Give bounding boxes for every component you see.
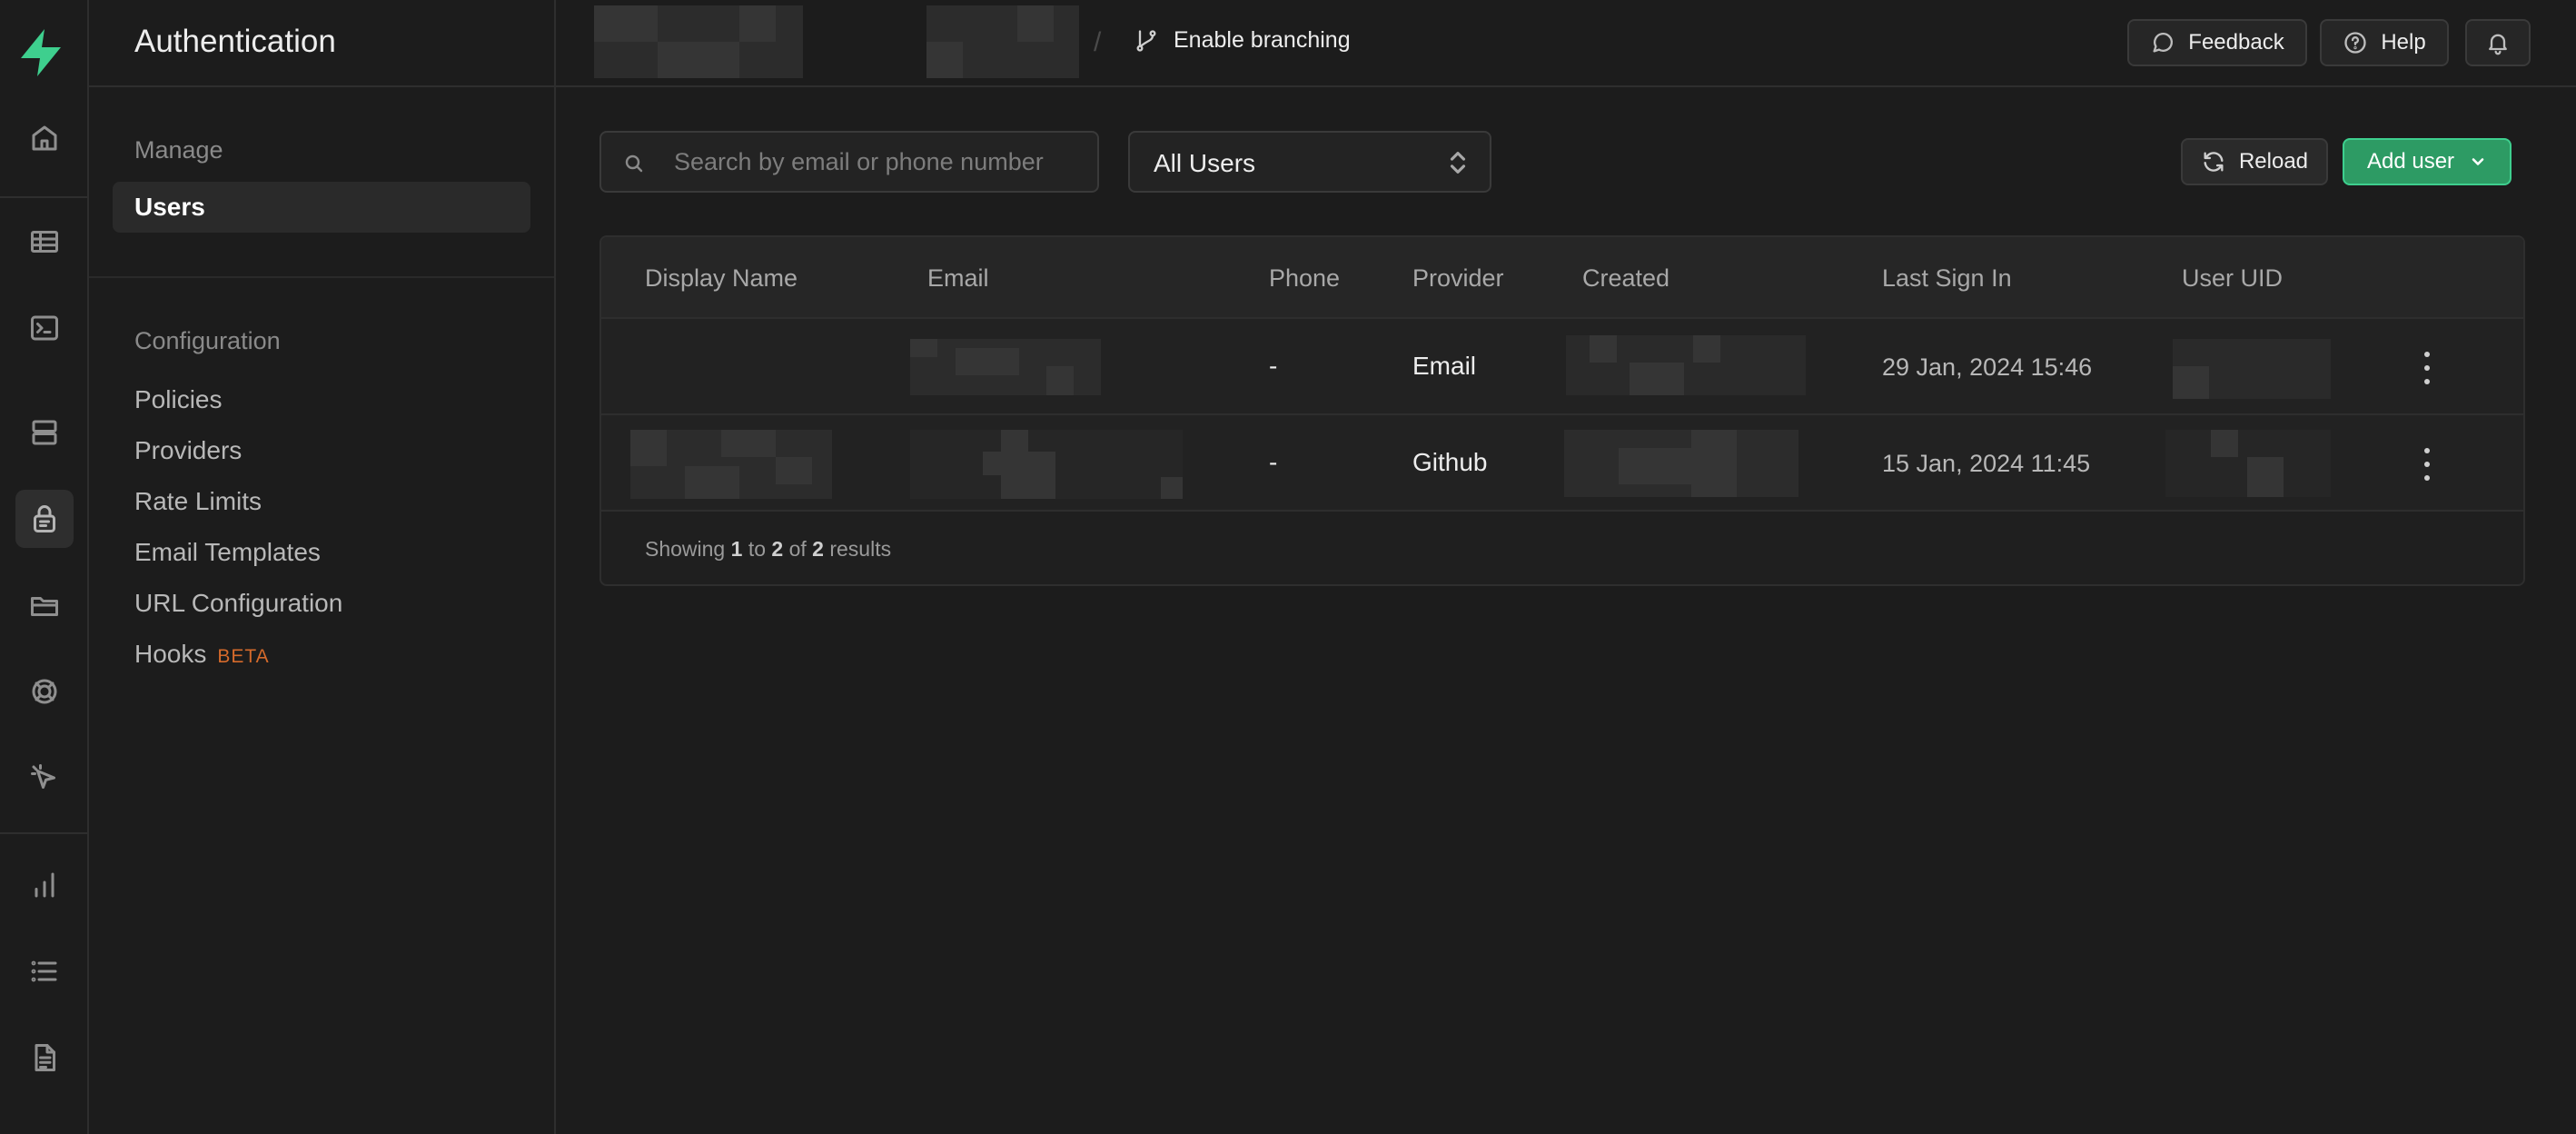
home-icon[interactable] bbox=[15, 109, 74, 167]
feedback-button[interactable]: Feedback bbox=[2127, 19, 2307, 66]
sidebar-item-email-templates[interactable]: Email Templates bbox=[134, 538, 321, 567]
last-sign-in-cell: 29 Jan, 2024 15:46 bbox=[1882, 353, 2093, 381]
sidebar-item-providers[interactable]: Providers bbox=[134, 436, 242, 465]
sidebar-item-hooks[interactable]: Hooks BETA bbox=[134, 640, 270, 669]
provider-cell: Github bbox=[1412, 448, 1488, 476]
branching-label: Enable branching bbox=[1174, 27, 1351, 53]
redacted-user-uid bbox=[2165, 430, 2331, 497]
rail-divider bbox=[0, 832, 89, 834]
last-sign-in-cell: 15 Jan, 2024 11:45 bbox=[1882, 450, 2091, 477]
chevron-down-icon bbox=[2472, 158, 2484, 165]
bell-icon bbox=[2489, 34, 2507, 55]
logs-icon[interactable] bbox=[15, 942, 74, 1000]
storage-icon[interactable] bbox=[15, 576, 74, 634]
add-user-button[interactable]: Add user bbox=[2343, 138, 2512, 185]
sidebar-divider bbox=[89, 276, 554, 278]
icon-rail bbox=[0, 0, 89, 1134]
database-icon[interactable] bbox=[15, 403, 74, 462]
user-filter-select[interactable]: All Users bbox=[1128, 131, 1491, 193]
table-header: Display Name Email Phone Provider Create… bbox=[601, 237, 2523, 319]
sidebar-item-users[interactable]: Users bbox=[113, 182, 530, 233]
rail-divider bbox=[0, 196, 89, 198]
sidebar-section-configuration: Configuration bbox=[134, 327, 281, 354]
search-icon bbox=[625, 154, 643, 173]
redacted-org-name[interactable] bbox=[594, 5, 803, 78]
breadcrumb-separator: / bbox=[1094, 27, 1102, 57]
help-button[interactable]: Help bbox=[2320, 19, 2449, 66]
auth-sidebar: Authentication Manage Users Configuratio… bbox=[89, 0, 556, 1134]
search-field[interactable] bbox=[599, 131, 1099, 193]
authentication-icon[interactable] bbox=[15, 490, 74, 548]
enable-branching-button[interactable]: Enable branching bbox=[1134, 27, 1351, 54]
redacted-email bbox=[910, 430, 1183, 499]
redacted-created bbox=[1566, 335, 1806, 395]
redacted-user-uid bbox=[2173, 339, 2331, 399]
column-header-last-sign-in[interactable]: Last Sign In bbox=[1882, 264, 2012, 293]
sidebar-header-divider bbox=[89, 85, 554, 87]
sidebar-item-policies[interactable]: Policies bbox=[134, 385, 222, 414]
git-branch-icon bbox=[1136, 29, 1156, 52]
redacted-email bbox=[910, 339, 1101, 395]
column-header-display-name[interactable]: Display Name bbox=[645, 264, 798, 293]
supabase-logo[interactable] bbox=[14, 25, 68, 80]
page-title: Authentication bbox=[134, 24, 336, 59]
provider-cell: Email bbox=[1412, 352, 1477, 380]
table-row[interactable]: - Github 15 Jan, 2024 11:45 bbox=[601, 415, 2523, 512]
message-icon bbox=[2153, 32, 2174, 53]
filter-value: All Users bbox=[1154, 149, 1256, 177]
help-circle-icon bbox=[2344, 32, 2366, 54]
notifications-button[interactable] bbox=[2465, 19, 2531, 66]
sidebar-item-label: Hooks bbox=[134, 640, 207, 668]
reports-icon[interactable] bbox=[15, 856, 74, 914]
sidebar-item-url-configuration[interactable]: URL Configuration bbox=[134, 589, 342, 618]
redacted-created bbox=[1564, 430, 1798, 497]
table-editor-icon[interactable] bbox=[15, 213, 74, 271]
phone-cell: - bbox=[1269, 352, 1278, 380]
redacted-project-name[interactable] bbox=[926, 5, 1079, 78]
row-actions-icon[interactable] bbox=[2418, 446, 2436, 482]
edge-functions-icon[interactable] bbox=[15, 749, 74, 807]
sql-editor-icon[interactable] bbox=[15, 299, 74, 357]
sidebar-section-manage: Manage bbox=[134, 136, 223, 164]
phone-cell: - bbox=[1269, 448, 1278, 476]
column-header-provider[interactable]: Provider bbox=[1412, 264, 1504, 293]
pagination-summary: Showing 1 to 2 of 2 results bbox=[645, 537, 892, 561]
users-table: Display Name Email Phone Provider Create… bbox=[599, 235, 2525, 586]
column-header-phone[interactable]: Phone bbox=[1269, 264, 1340, 293]
api-docs-icon[interactable] bbox=[15, 1029, 74, 1087]
chevron-up-down-icon bbox=[1450, 152, 1466, 174]
top-bar: / Enable branching Feedback Help bbox=[556, 0, 2576, 87]
row-actions-icon[interactable] bbox=[2418, 350, 2436, 386]
column-header-user-uid[interactable]: User UID bbox=[2182, 264, 2283, 293]
refresh-icon bbox=[2204, 152, 2224, 172]
sidebar-item-rate-limits[interactable]: Rate Limits bbox=[134, 487, 262, 516]
sidebar-item-label: Users bbox=[134, 193, 205, 221]
realtime-icon[interactable] bbox=[15, 662, 74, 721]
search-input[interactable] bbox=[674, 133, 1083, 191]
redacted-display-name bbox=[630, 430, 832, 499]
reload-button[interactable]: Reload bbox=[2181, 138, 2328, 185]
column-header-email[interactable]: Email bbox=[927, 264, 989, 293]
table-row[interactable]: - Email 29 Jan, 2024 15:46 bbox=[601, 319, 2523, 415]
column-header-created[interactable]: Created bbox=[1582, 264, 1669, 293]
beta-badge: BETA bbox=[217, 646, 270, 667]
